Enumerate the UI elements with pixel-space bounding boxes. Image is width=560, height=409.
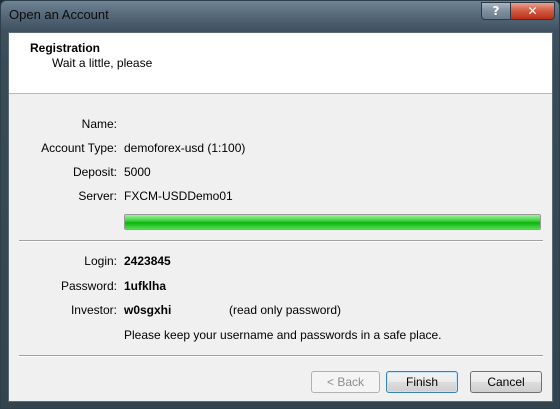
registration-progress-bar xyxy=(124,214,541,230)
safety-note: Please keep your username and passwords … xyxy=(124,328,442,342)
help-icon: ? xyxy=(492,4,500,18)
investor-password-value: w0sgxhi xyxy=(124,303,172,317)
account-type-value: demoforex-usd (1:100) xyxy=(124,141,246,155)
name-label: Name: xyxy=(81,117,117,131)
back-button[interactable]: < Back xyxy=(311,371,380,393)
footer-divider xyxy=(19,355,543,357)
server-label: Server: xyxy=(78,189,117,203)
password-label: Password: xyxy=(60,279,117,293)
deposit-label: Deposit: xyxy=(72,165,117,179)
investor-note: (read only password) xyxy=(229,303,342,317)
cancel-button[interactable]: Cancel xyxy=(470,371,542,393)
password-value: 1ufklha xyxy=(124,279,167,293)
close-icon: ✕ xyxy=(527,4,538,18)
progress-bar-fill xyxy=(125,215,540,229)
dialog-body: Registration Wait a little, please Name:… xyxy=(8,32,553,402)
finish-button[interactable]: Finish xyxy=(386,371,458,393)
login-label: Login: xyxy=(84,254,117,268)
close-button[interactable]: ✕ xyxy=(510,2,555,20)
deposit-value: 5000 xyxy=(124,165,151,179)
help-button[interactable]: ? xyxy=(481,2,511,20)
open-account-dialog: Open an Account ? ✕ Registration Wait a … xyxy=(0,0,560,409)
account-type-label: Account Type: xyxy=(41,141,117,155)
server-value: FXCM-USDDemo01 xyxy=(124,189,233,203)
title-bar[interactable]: Open an Account ? ✕ xyxy=(1,1,559,31)
header-subtitle: Wait a little, please xyxy=(52,56,153,70)
login-value: 2423845 xyxy=(124,254,171,268)
wizard-header: Registration Wait a little, please xyxy=(9,33,552,94)
header-title: Registration xyxy=(30,41,101,55)
section-divider xyxy=(19,240,543,242)
window-title: Open an Account xyxy=(9,7,109,22)
investor-label: Investor: xyxy=(70,303,117,317)
